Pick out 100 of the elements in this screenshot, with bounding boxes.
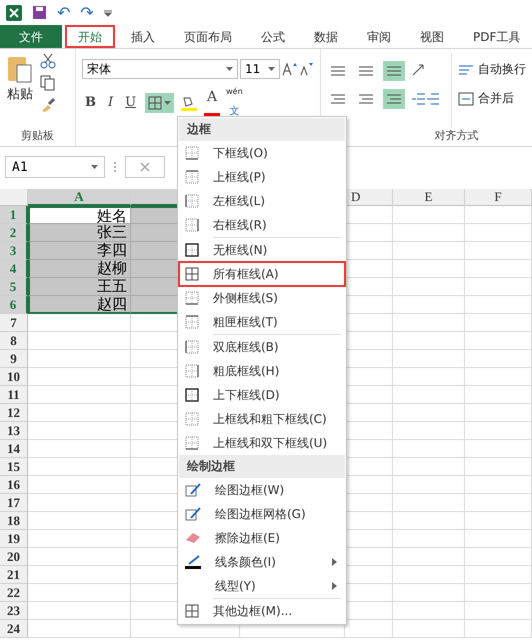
table-cell — [465, 548, 532, 566]
border-icon — [185, 340, 199, 354]
menu-item[interactable]: 绘图边框网格(G) — [179, 502, 345, 526]
table-cell — [465, 494, 532, 512]
table-cell — [393, 332, 465, 350]
row-header[interactable]: 22 — [0, 584, 28, 602]
customize-caret-icon[interactable] — [104, 8, 112, 16]
row-header[interactable]: 24 — [0, 620, 28, 638]
row-header[interactable]: 12 — [0, 404, 28, 422]
row-header[interactable]: 2 — [0, 224, 28, 242]
paste-button[interactable]: 粘贴 — [7, 85, 33, 103]
row-header[interactable]: 7 — [0, 314, 28, 332]
border-icon — [185, 364, 199, 378]
table-cell — [465, 350, 532, 368]
table-cell — [465, 422, 532, 440]
menu-item[interactable]: 左框线(L) — [179, 189, 345, 213]
row-header[interactable]: 18 — [0, 512, 28, 530]
row-header[interactable]: 8 — [0, 332, 28, 350]
column-header[interactable]: A — [28, 189, 131, 206]
menu-item[interactable]: 外侧框线(S) — [179, 286, 345, 310]
menu-item[interactable]: 所有框线(A) — [179, 262, 345, 286]
wrap-text-button[interactable]: 自动换行 — [478, 61, 526, 78]
menu-item[interactable]: 粗底框线(H) — [179, 359, 345, 383]
indent-icon[interactable] — [411, 92, 441, 106]
ribbon-tab[interactable]: 文件 — [0, 25, 62, 48]
eraser-icon — [185, 532, 201, 544]
menu-item[interactable]: 粗匣框线(T) — [179, 310, 345, 334]
row-header[interactable]: 15 — [0, 458, 28, 476]
font-name-field[interactable]: 宋体 — [82, 59, 238, 79]
table-cell — [393, 458, 465, 476]
row-header[interactable]: 20 — [0, 548, 28, 566]
row-header[interactable]: 17 — [0, 494, 28, 512]
scissors-icon[interactable] — [40, 53, 56, 69]
bold-button[interactable]: B — [82, 95, 99, 110]
brush-icon[interactable] — [40, 97, 56, 113]
table-cell — [393, 440, 465, 458]
menu-item[interactable]: 其他边框(M)... — [179, 599, 345, 623]
merge-button[interactable]: 合并后 — [478, 90, 514, 107]
copy-icon[interactable] — [40, 75, 56, 91]
column-header[interactable]: E — [393, 189, 465, 206]
table-cell — [465, 278, 532, 296]
menu-item[interactable]: 线条颜色(I) — [179, 550, 345, 574]
borders-button[interactable] — [145, 92, 174, 112]
save-icon[interactable] — [32, 5, 47, 20]
name-box[interactable]: A1 — [5, 156, 105, 178]
menu-item[interactable]: 右框线(R) — [179, 213, 345, 237]
row-header[interactable]: 23 — [0, 602, 28, 620]
submenu-arrow-icon — [332, 558, 337, 566]
menu-item[interactable]: 双底框线(B) — [179, 335, 345, 359]
table-cell — [393, 476, 465, 494]
redo-button[interactable]: ↷ — [80, 4, 94, 20]
row-header[interactable]: 21 — [0, 566, 28, 584]
row-header[interactable]: 11 — [0, 386, 28, 404]
fill-color-icon[interactable] — [180, 94, 198, 110]
row-header[interactable]: 3 — [0, 242, 28, 260]
align-icon[interactable] — [383, 61, 405, 81]
table-cell — [393, 350, 465, 368]
phonetic-bottom[interactable]: 文 — [229, 104, 240, 118]
table-cell: 王五 — [28, 278, 131, 296]
row-header[interactable]: 10 — [0, 368, 28, 386]
spreadsheet-logo-icon[interactable] — [6, 4, 22, 20]
undo-button[interactable]: ↶ — [57, 4, 70, 20]
wrap-text-icon[interactable] — [458, 62, 474, 76]
grow-font-icon[interactable] — [282, 62, 298, 76]
row-header[interactable]: 9 — [0, 350, 28, 368]
menu-item[interactable]: 上框线和双下框线(U) — [179, 431, 345, 455]
menu-item[interactable]: 线型(Y) — [179, 574, 345, 598]
column-header[interactable]: F — [465, 189, 532, 206]
font-color-button[interactable]: A — [207, 89, 218, 105]
row-header[interactable]: 19 — [0, 530, 28, 548]
shrink-font-icon[interactable] — [300, 62, 314, 76]
table-cell — [465, 404, 532, 422]
menu-item[interactable]: 绘图边框(W) — [179, 478, 345, 502]
column-header[interactable]: D — [345, 189, 393, 206]
menu-section-header: 绘制边框 — [179, 455, 345, 478]
border-icon — [185, 218, 199, 232]
ribbon-tab[interactable]: 开始 — [65, 25, 115, 48]
table-cell — [393, 404, 465, 422]
menu-item[interactable]: 擦除边框(E) — [179, 526, 345, 550]
italic-button[interactable]: I — [105, 95, 116, 110]
merge-icon[interactable] — [458, 92, 474, 106]
close-icon — [140, 162, 150, 172]
border-icon — [185, 170, 199, 184]
font-size-field[interactable]: 11 — [240, 59, 280, 79]
menu-item[interactable]: 上框线(P) — [179, 165, 345, 189]
menu-item[interactable]: 上框线和粗下框线(C) — [179, 407, 345, 431]
row-header[interactable]: 5 — [0, 278, 28, 296]
row-header[interactable]: 14 — [0, 440, 28, 458]
menu-item[interactable]: 下框线(O) — [179, 141, 345, 165]
row-header[interactable]: 6 — [0, 296, 28, 314]
row-header[interactable]: 13 — [0, 422, 28, 440]
group-label: 剪贴板 — [20, 128, 55, 144]
row-header[interactable]: 4 — [0, 260, 28, 278]
align-icon[interactable] — [383, 89, 405, 109]
row-header[interactable]: 1 — [0, 206, 28, 224]
underline-button[interactable]: U — [122, 95, 140, 110]
phonetic-top[interactable]: wén — [226, 87, 243, 96]
menu-item[interactable]: 上下框线(D) — [179, 383, 345, 407]
menu-item[interactable]: 无框线(N) — [179, 238, 345, 262]
row-header[interactable]: 16 — [0, 476, 28, 494]
